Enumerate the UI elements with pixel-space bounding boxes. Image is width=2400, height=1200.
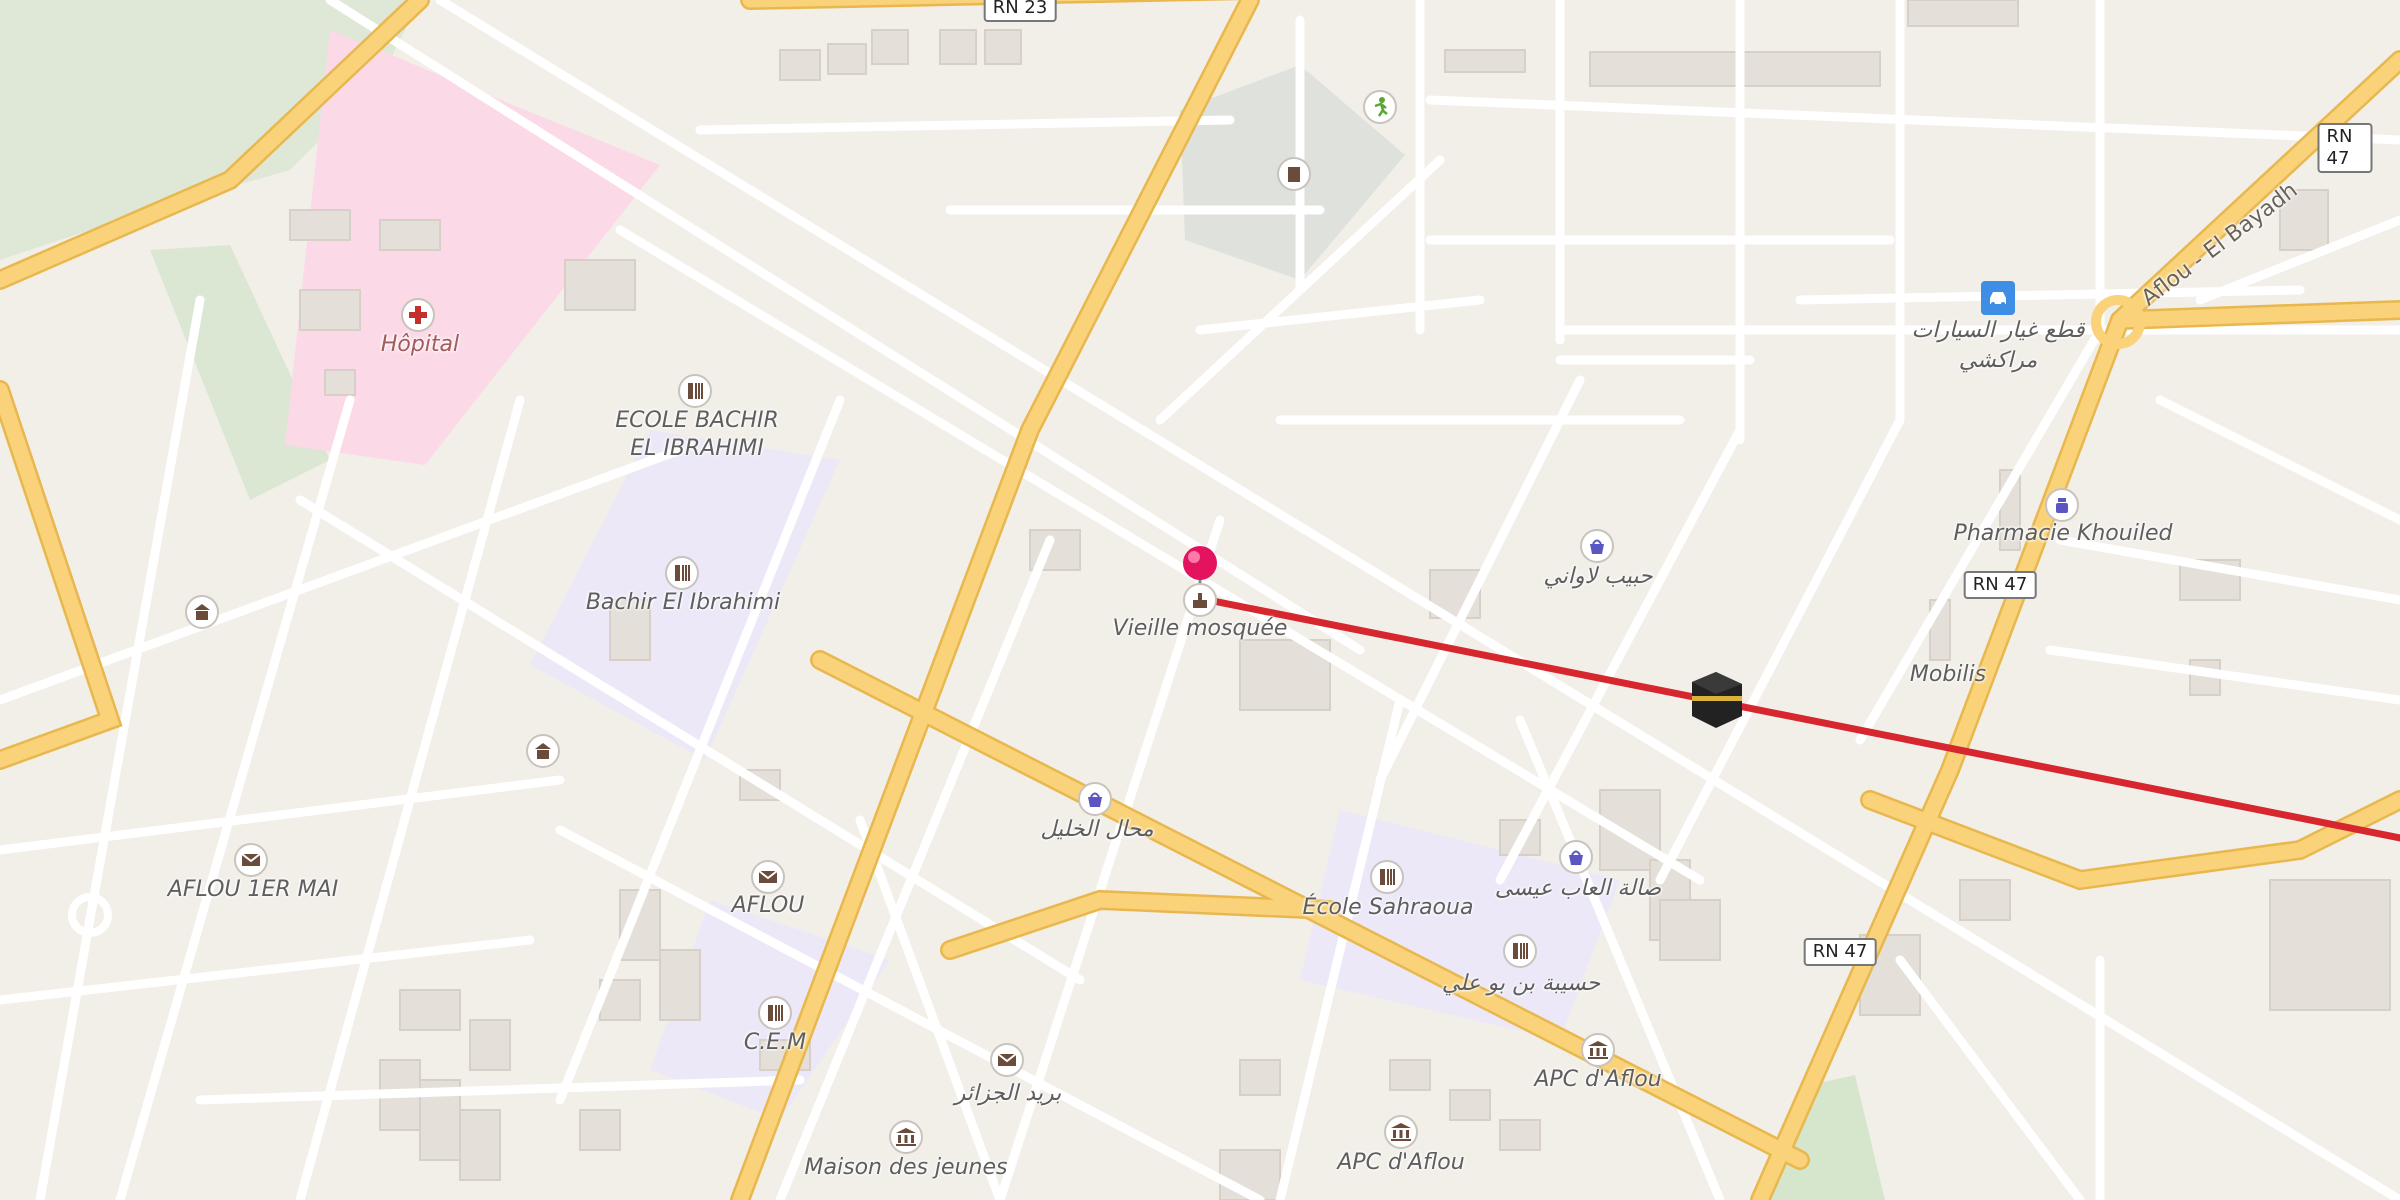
pharmacy-icon[interactable] <box>2045 488 2079 522</box>
label-hopital: Hôpital <box>380 332 460 357</box>
school-icon[interactable] <box>665 556 699 590</box>
townhall-icon[interactable] <box>526 734 560 768</box>
hospital-cross-icon[interactable] <box>401 298 435 332</box>
label-ecole-bachir-line1: ECOLE BACHIR <box>615 408 779 433</box>
label-mahal-khalil: محال الخليل <box>1040 817 1154 842</box>
label-aflou-1er-mai: AFLOU 1ER MAI <box>167 877 339 902</box>
label-aflou: AFLOU <box>731 893 805 918</box>
label-apc-aflou: APC d'Aflou <box>1534 1067 1662 1092</box>
school-icon[interactable] <box>758 996 792 1030</box>
road-shield-rn47: RN 47 <box>1803 938 1877 966</box>
townhall-icon[interactable] <box>185 595 219 629</box>
school-icon[interactable] <box>1503 934 1537 968</box>
post-envelope-icon[interactable] <box>990 1043 1024 1077</box>
label-mobilis: Mobilis <box>1909 662 1987 687</box>
school-icon[interactable] <box>1370 860 1404 894</box>
mosque-icon[interactable] <box>1183 583 1217 617</box>
post-envelope-icon[interactable] <box>234 843 268 877</box>
townhall-icon[interactable] <box>1277 157 1311 191</box>
running-icon[interactable] <box>1363 90 1397 124</box>
label-maison-des-jeunes: Maison des jeunes <box>804 1155 1008 1180</box>
car-icon[interactable] <box>1981 281 2015 315</box>
kaaba-icon[interactable] <box>1692 672 1742 728</box>
label-pharmacie-khouiled: Pharmacie Khouiled <box>1953 521 2173 546</box>
label-ecole-sahraoua: École Sahraoua <box>1302 895 1474 920</box>
shopping-bag-icon[interactable] <box>1078 782 1112 816</box>
road-shield-rn47: RN 47 <box>2317 123 2373 173</box>
label-hasiba: حسيبة بن بو علي <box>1441 971 1601 996</box>
label-habib-lawani: حبيب لاواني <box>1543 564 1653 589</box>
road-shield-rn23: RN 23 <box>983 0 1057 22</box>
label-ecole-bachir-line2: EL IBRAHIMI <box>630 436 764 461</box>
townhall-icon[interactable] <box>1581 1033 1615 1067</box>
school-icon[interactable] <box>678 374 712 408</box>
label-vieille-mosquee: Vieille mosquée <box>1112 616 1288 641</box>
post-envelope-icon[interactable] <box>751 860 785 894</box>
label-cem: C.E.M <box>743 1030 807 1055</box>
label-car-parts: قطع غيار السيارات <box>1911 318 2085 343</box>
label-bachir-el-ibrahimi: Bachir El Ibrahimi <box>585 590 781 615</box>
townhall-icon[interactable] <box>1384 1115 1418 1149</box>
label-salat-alaab: صالة العاب عيسى <box>1494 876 1662 901</box>
shopping-bag-icon[interactable] <box>1559 840 1593 874</box>
shopping-bag-icon[interactable] <box>1580 529 1614 563</box>
label-car-parts-owner: مراكشي <box>1958 348 2038 373</box>
label-apc-aflou: APC d'Aflou <box>1337 1150 1465 1175</box>
label-barid: بريد الجزائر <box>954 1081 1062 1106</box>
road-shield-rn47: RN 47 <box>1963 571 2037 599</box>
townhall-icon[interactable] <box>889 1120 923 1154</box>
